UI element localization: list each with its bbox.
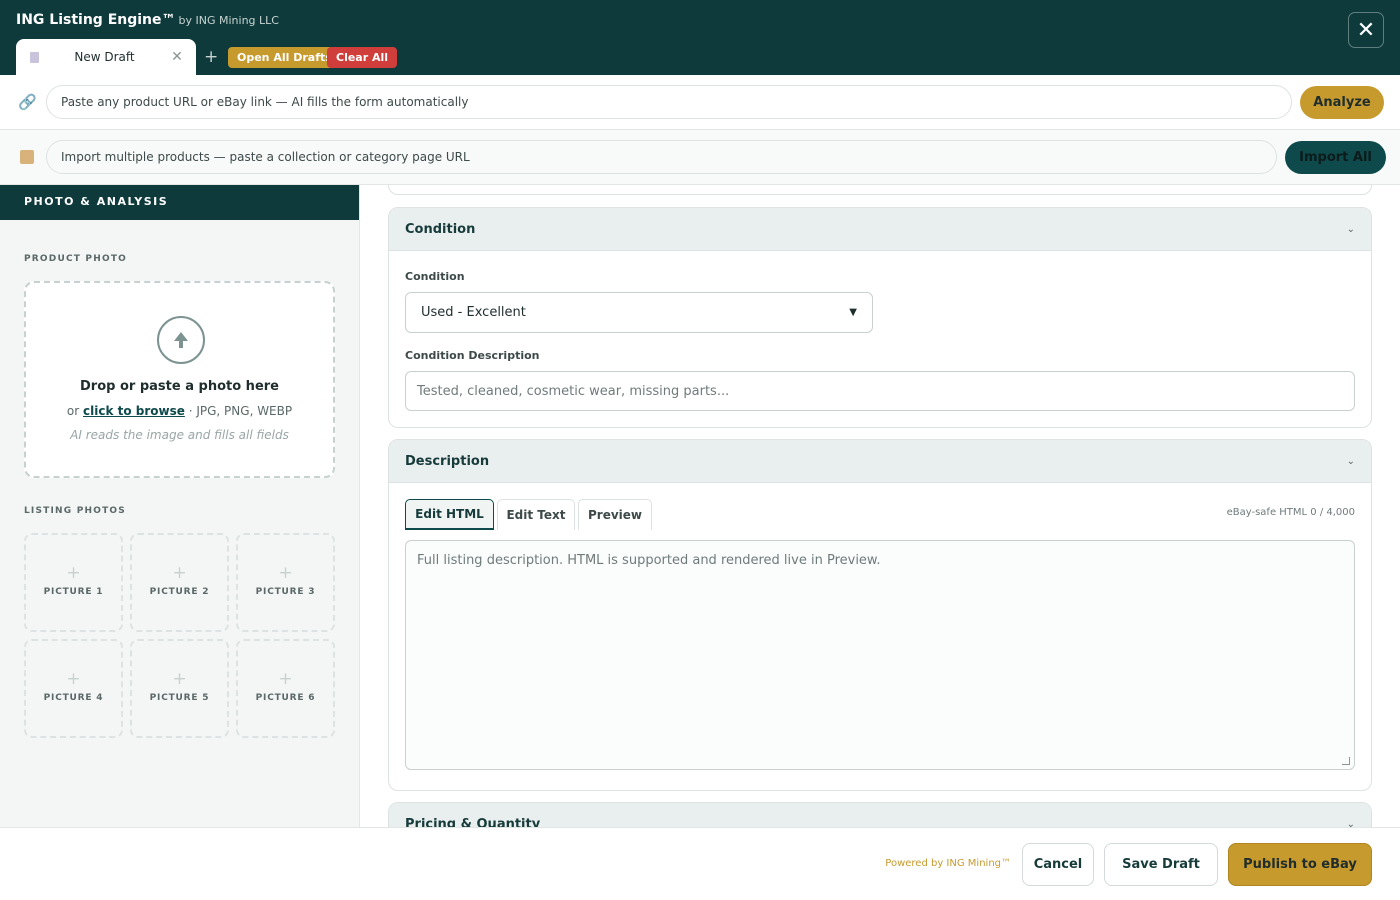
picture-slot-label: PICTURE 6 — [255, 693, 316, 703]
plus-icon: + — [66, 563, 81, 583]
photo-analysis-panel: PHOTO & ANALYSIS PRODUCT PHOTO Drop or p… — [0, 185, 360, 828]
character-counter: eBay-safe HTML 0 / 4,000 — [1226, 507, 1355, 518]
cancel-button[interactable]: Cancel — [1022, 843, 1094, 886]
tab-close-icon[interactable]: ✕ — [170, 49, 184, 65]
clear-all-button[interactable]: Clear All — [327, 47, 398, 68]
tab-new-draft[interactable]: New Draft ✕ — [16, 39, 196, 75]
add-tab-button[interactable]: + — [204, 47, 218, 67]
chevron-down-icon: ⌄ — [1346, 455, 1355, 467]
product-url-placeholder: Paste any product URL or eBay link — AI … — [61, 95, 469, 109]
picture-slot-label: PICTURE 2 — [149, 587, 210, 597]
condition-description-input[interactable]: Tested, cleaned, cosmetic wear, missing … — [405, 371, 1355, 411]
panel-header: PHOTO & ANALYSIS — [0, 185, 359, 220]
tab-preview[interactable]: Preview — [578, 499, 652, 530]
publish-to-ebay-button[interactable]: Publish to eBay — [1228, 843, 1372, 886]
app-title-text: ING Listing Engine™ — [16, 12, 176, 28]
tab-edit-text[interactable]: Edit Text — [497, 499, 575, 530]
box-icon — [20, 150, 34, 164]
import-all-button[interactable]: Import All — [1285, 141, 1386, 174]
plus-icon: + — [278, 669, 293, 689]
picture-slot-label: PICTURE 5 — [149, 693, 210, 703]
plus-icon: + — [172, 563, 187, 583]
description-placeholder: Full listing description. HTML is suppor… — [417, 553, 881, 568]
pricing-quantity-section: Pricing & Quantity ⌄ — [388, 802, 1372, 828]
picture-slot[interactable]: + PICTURE 4 — [24, 639, 123, 738]
picture-slot[interactable]: + PICTURE 2 — [130, 533, 229, 632]
condition-section: Condition ⌄ Condition Used - Excellent ▼… — [388, 207, 1372, 428]
pricing-section-header[interactable]: Pricing & Quantity ⌄ — [389, 803, 1371, 828]
condition-select-value: Used - Excellent — [421, 305, 526, 320]
condition-section-header[interactable]: Condition ⌄ — [389, 208, 1371, 251]
picture-slot-label: PICTURE 1 — [43, 587, 104, 597]
condition-select[interactable]: Used - Excellent ▼ — [405, 292, 873, 333]
collection-url-input[interactable]: Import multiple products — paste a colle… — [46, 140, 1277, 174]
picture-slot[interactable]: + PICTURE 6 — [236, 639, 335, 738]
plus-icon: + — [278, 563, 293, 583]
resize-handle[interactable] — [1342, 757, 1350, 765]
chevron-down-icon: ▼ — [849, 307, 857, 318]
upload-arrow-icon — [157, 316, 205, 364]
collection-url-placeholder: Import multiple products — paste a colle… — [61, 150, 470, 164]
document-icon — [30, 51, 39, 63]
url-analyze-row: 🔗 Paste any product URL or eBay link — A… — [0, 75, 1400, 130]
condition-description-placeholder: Tested, cleaned, cosmetic wear, missing … — [417, 383, 730, 399]
app-title: ING Listing Engine™ by ING Mining LLC — [16, 12, 279, 28]
dropzone-formats: · JPG, PNG, WEBP — [188, 404, 293, 418]
condition-section-title: Condition — [405, 221, 476, 237]
previous-section-edge — [388, 185, 1372, 195]
bulk-import-row: Import multiple products — paste a colle… — [0, 130, 1400, 185]
dropzone-or: or — [66, 404, 80, 418]
plus-icon: + — [66, 669, 81, 689]
picture-slot[interactable]: + PICTURE 1 — [24, 533, 123, 632]
browse-link[interactable]: click to browse — [83, 404, 185, 418]
listing-photos-grid: + PICTURE 1 + PICTURE 2 + PICTURE 3 + PICTUR… — [24, 533, 336, 738]
product-photo-label: PRODUCT PHOTO — [24, 254, 128, 264]
picture-slot[interactable]: + PICTURE 3 — [236, 533, 335, 632]
description-section-header[interactable]: Description ⌄ — [389, 440, 1371, 483]
app-header: ING Listing Engine™ by ING Mining LLC ✕ N… — [0, 0, 1400, 75]
listing-form: Condition ⌄ Condition Used - Excellent ▼… — [360, 185, 1400, 828]
photo-dropzone[interactable]: Drop or paste a photo here or click to b… — [24, 281, 335, 478]
picture-slot-label: PICTURE 3 — [255, 587, 316, 597]
dropzone-title: Drop or paste a photo here — [80, 379, 279, 394]
picture-slot-label: PICTURE 4 — [43, 693, 104, 703]
plus-icon: + — [172, 669, 187, 689]
tab-label: New Draft — [74, 50, 135, 64]
tab-edit-html[interactable]: Edit HTML — [405, 499, 494, 530]
powered-by-text: Powered by ING Mining™ — [885, 858, 1011, 869]
listing-photos-label: LISTING PHOTOS — [24, 506, 126, 516]
app-subtitle: by ING Mining LLC — [178, 14, 279, 27]
save-draft-button[interactable]: Save Draft — [1104, 843, 1218, 886]
link-icon: 🔗 — [18, 93, 37, 111]
description-textarea[interactable]: Full listing description. HTML is suppor… — [405, 540, 1355, 770]
open-all-drafts-button[interactable]: Open All Drafts — [228, 47, 341, 68]
dropzone-browse-line: or click to browse · JPG, PNG, WEBP — [26, 404, 333, 418]
close-button[interactable]: ✕ — [1348, 12, 1384, 48]
chevron-down-icon: ⌄ — [1346, 223, 1355, 235]
analyze-button[interactable]: Analyze — [1300, 86, 1384, 119]
condition-description-label: Condition Description — [405, 349, 540, 362]
product-url-input[interactable]: Paste any product URL or eBay link — AI … — [46, 85, 1292, 119]
picture-slot[interactable]: + PICTURE 5 — [130, 639, 229, 738]
condition-label: Condition — [405, 270, 465, 283]
dropzone-hint: AI reads the image and fills all fields — [70, 428, 289, 442]
description-section: Description ⌄ Edit HTML Edit Text Previe… — [388, 439, 1372, 791]
close-icon: ✕ — [1356, 17, 1376, 43]
footer-bar: Powered by ING Mining™ Cancel Save Draft… — [0, 827, 1400, 900]
description-section-title: Description — [405, 453, 490, 469]
